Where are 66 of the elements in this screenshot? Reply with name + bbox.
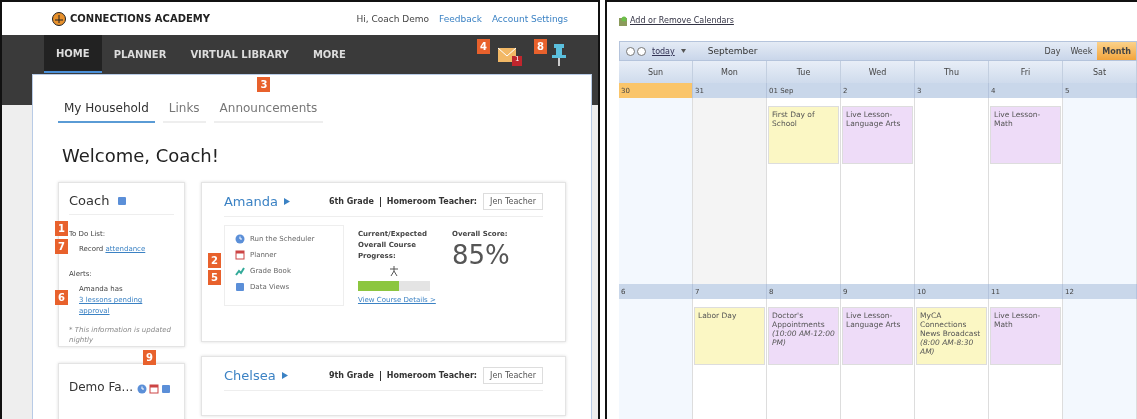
chart-icon — [234, 266, 245, 276]
day-header: Tue — [767, 61, 841, 83]
day-header: Wed — [841, 61, 915, 83]
grid-icon — [117, 195, 128, 206]
month-title: September — [707, 46, 758, 57]
header-link[interactable]: Feedback — [439, 13, 482, 24]
caret-icon — [281, 372, 288, 379]
today-link[interactable]: today — [652, 46, 675, 56]
teacher-name: Jen Teacher — [483, 193, 543, 210]
day-cell[interactable] — [1063, 299, 1137, 419]
grade-text: 6th Grade — [328, 197, 374, 206]
day-header: Fri — [989, 61, 1063, 83]
student-name[interactable]: Chelsea — [223, 368, 276, 383]
calendar-add-icon — [619, 15, 627, 26]
runner-icon — [387, 265, 400, 277]
score-value: 85% — [451, 240, 510, 270]
day-cell[interactable] — [693, 98, 767, 284]
day-cell[interactable] — [1063, 98, 1137, 284]
nav-tab[interactable]: VIRTUAL LIBRARY — [178, 35, 301, 73]
next-icon[interactable] — [637, 46, 646, 56]
teacher-label: Homeroom Teacher: — [386, 371, 478, 380]
view-tab[interactable]: Month — [1097, 42, 1136, 60]
day-header: Mon — [693, 61, 767, 83]
day-header: Sun — [619, 61, 693, 83]
annotation-marker: 9 — [143, 350, 156, 365]
grade-text: 9th Grade — [328, 371, 374, 380]
nav-tab[interactable]: HOME — [44, 35, 102, 73]
view-tab[interactable]: Day — [1039, 42, 1066, 60]
pushpin-icon[interactable] — [552, 43, 566, 67]
previous-icon[interactable] — [626, 46, 635, 56]
brand-name: CONNECTIONS ACADEMY — [70, 13, 210, 24]
add-calendars-link[interactable]: Add or Remove Calendars — [619, 12, 1137, 30]
page-tab[interactable]: Links — [162, 95, 206, 123]
dropdown-icon[interactable] — [680, 49, 686, 54]
welcome-heading: Welcome, Coach! — [62, 145, 220, 166]
day-cell[interactable] — [619, 98, 693, 284]
annotation-marker: 8 — [534, 39, 547, 54]
nav-tab[interactable]: MORE — [300, 35, 358, 73]
greeting-text: Hi, Coach Demo — [356, 13, 429, 24]
page-tab[interactable]: My Household — [58, 95, 155, 123]
grid-icon — [161, 384, 172, 394]
calendar-icon — [149, 384, 160, 394]
view-tab[interactable]: Week — [1065, 42, 1098, 60]
teacher-name: Jen Teacher — [483, 367, 543, 384]
annotation-marker: 6 — [55, 290, 68, 305]
clock-icon — [137, 384, 148, 394]
day-header: Sat — [1063, 61, 1137, 83]
header-link[interactable]: Account Settings — [491, 13, 568, 24]
family-name: Demo Fa... — [69, 380, 134, 394]
coach-name: Coach — [69, 193, 110, 208]
logo-icon — [52, 11, 66, 26]
annotation-marker: 4 — [477, 39, 490, 54]
day-cell[interactable] — [619, 299, 693, 419]
annotation-marker: 7 — [55, 239, 68, 254]
day-header: Thu — [915, 61, 989, 83]
clock-icon — [234, 234, 245, 244]
grid-icon — [234, 282, 245, 292]
student-name[interactable]: Amanda — [223, 194, 278, 209]
annotation-marker: 5 — [207, 270, 221, 285]
annotation-marker: 2 — [207, 253, 221, 268]
calendar-icon — [234, 250, 245, 260]
annotation-marker: 1 — [55, 221, 68, 236]
annotation-marker: 3 — [257, 77, 271, 92]
nav-tab[interactable]: PLANNER — [101, 35, 179, 73]
caret-icon — [283, 198, 290, 205]
teacher-label: Homeroom Teacher: — [386, 197, 478, 206]
